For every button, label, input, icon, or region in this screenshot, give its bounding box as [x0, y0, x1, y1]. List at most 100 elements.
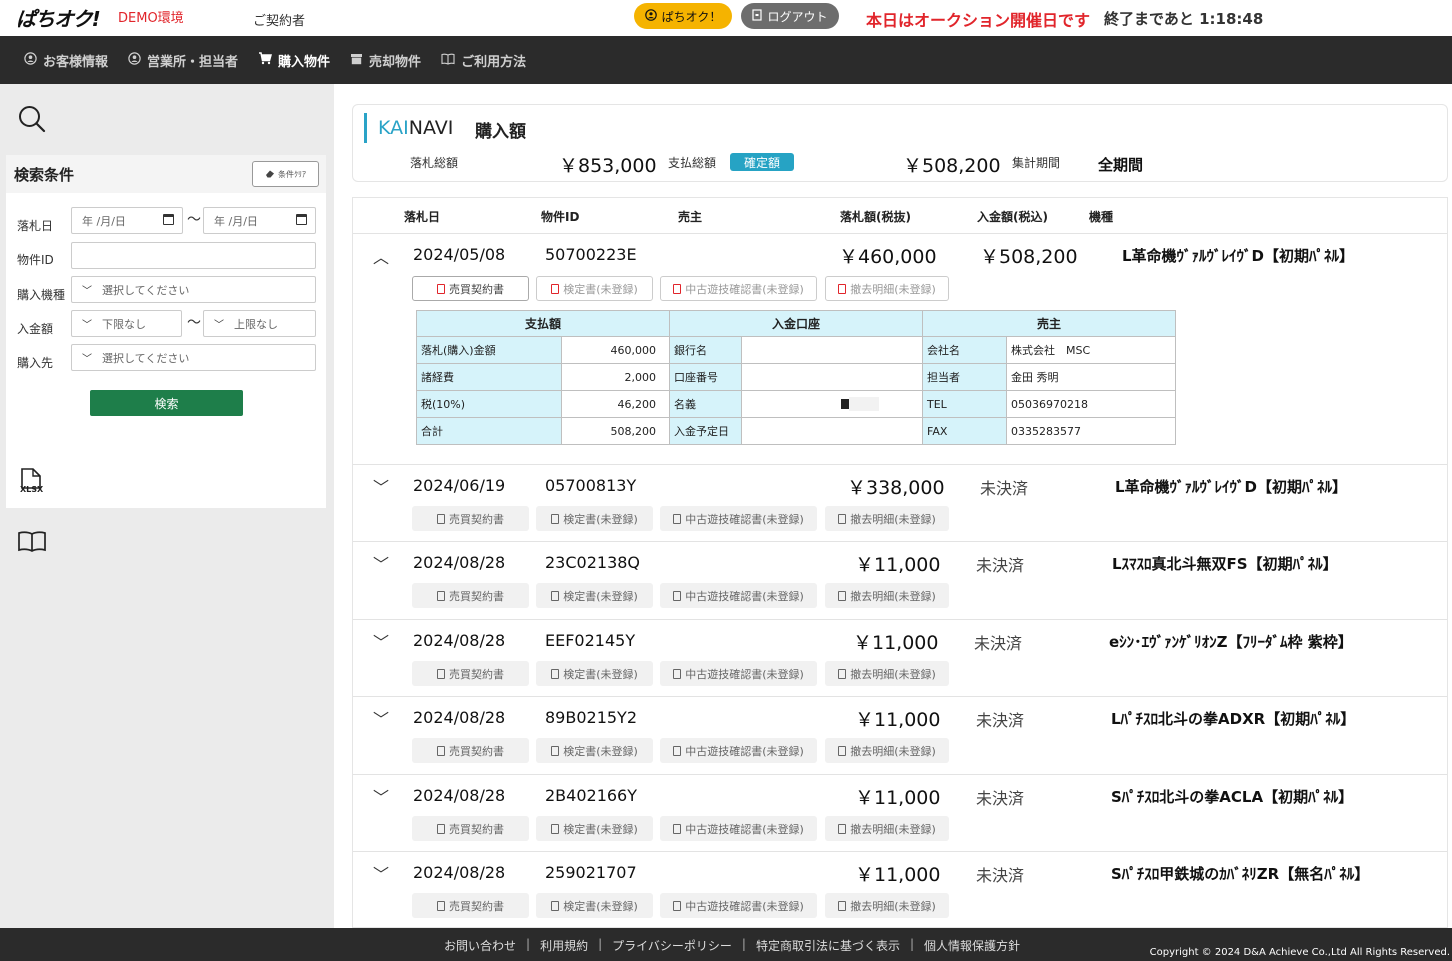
logout-label: ログアウト [767, 9, 828, 24]
chevron-down-icon[interactable]: ﹀ [373, 474, 389, 498]
date-from-input[interactable]: 年 /月/日 [71, 207, 183, 234]
used-machine-doc-button[interactable]: 中古遊技確認書(未登録) [660, 738, 817, 763]
used-machine-doc-button[interactable]: 中古遊技確認書(未登録) [660, 816, 817, 841]
payment-min-select[interactable]: ﹀ 下限なし [71, 310, 182, 337]
user-icon [644, 8, 657, 24]
masked-value [849, 397, 879, 411]
col-header-model[interactable]: 機種 [1089, 208, 1113, 225]
removal-detail-button[interactable]: 撤去明細(未登録) [825, 738, 949, 763]
inspection-doc-button[interactable]: 検定書(未登録) [536, 506, 653, 531]
used-machine-doc-button[interactable]: 中古遊技確認書(未登録) [660, 276, 817, 301]
calendar-icon[interactable] [296, 214, 307, 225]
sales-contract-button[interactable]: 売買契約書 [412, 661, 529, 686]
supplier-select[interactable]: ﹀ 選択してください [71, 344, 316, 371]
removal-detail-button[interactable]: 撤去明細(未登録) [825, 583, 949, 608]
nav-item-office-staff[interactable]: 営業所・担当者 [128, 51, 238, 70]
chevron-up-icon[interactable]: ︿ [373, 244, 389, 268]
footer-link-privacy[interactable]: プライバシーポリシー [612, 937, 732, 954]
nav-label: 売却物件 [369, 54, 422, 70]
nav-item-customer-info[interactable]: お客様情報 [24, 51, 108, 70]
inspection-doc-button[interactable]: 検定書(未登録) [536, 661, 653, 686]
item-id-input[interactable] [71, 242, 316, 269]
table-row[interactable]: ﹀ 2024/08/28 259021707 ￥11,000 未決済 Sﾊﾟﾁｽ… [353, 852, 1447, 927]
nav-label: 購入物件 [278, 54, 331, 70]
row-item-id: 23C02138Q [545, 553, 641, 572]
nav-label: 営業所・担当者 [147, 54, 239, 70]
used-machine-doc-button[interactable]: 中古遊技確認書(未登録) [660, 893, 817, 918]
footer-link-terms[interactable]: 利用規約 [540, 937, 588, 954]
payment-max-select[interactable]: ﹀ 上限なし [203, 310, 316, 337]
nav-label: ご利用方法 [461, 54, 527, 70]
used-machine-doc-button[interactable]: 中古遊技確認書(未登録) [660, 583, 817, 608]
table-row[interactable]: ﹀ 2024/08/28 EEF02145Y ￥11,000 未決済 eｼﾝ･ｴ… [353, 620, 1447, 697]
search-icon[interactable] [18, 105, 46, 137]
env-label: DEMO環境 [118, 11, 184, 26]
table-row[interactable]: ﹀ 2024/08/28 23C02138Q ￥11,000 未決済 Lｽﾏｽﾛ… [353, 542, 1447, 620]
inspection-doc-button[interactable]: 検定書(未登録) [536, 893, 653, 918]
table-row[interactable]: ﹀ 2024/08/28 89B0215Y2 ￥11,000 未決済 Lﾊﾟﾁｽ… [353, 697, 1447, 775]
col-header-bid-amount[interactable]: 落札額(税抜) [840, 208, 911, 225]
chevron-down-icon[interactable]: ﹀ [373, 784, 389, 808]
payment-min-value: 下限なし [102, 317, 146, 331]
removal-detail-button[interactable]: 撤去明細(未登録) [825, 506, 949, 531]
search-button[interactable]: 検索 [90, 390, 243, 416]
chevron-down-icon[interactable]: ﹀ [373, 629, 389, 653]
inspection-doc-button[interactable]: 検定書(未登録) [536, 276, 653, 301]
sales-contract-button[interactable]: 売買契約書 [412, 583, 529, 608]
footer-link-commerce-law[interactable]: 特定商取引法に基づく表示 [756, 937, 900, 954]
nav-item-purchased[interactable]: 購入物件 [258, 51, 330, 70]
used-machine-doc-button[interactable]: 中古遊技確認書(未登録) [660, 506, 817, 531]
calendar-icon[interactable] [163, 214, 174, 225]
date-to-input[interactable]: 年 /月/日 [203, 207, 316, 234]
col-header-bid-date[interactable]: 落札日 [404, 208, 440, 225]
manual-book-icon[interactable] [18, 530, 46, 556]
xlsx-export-icon[interactable]: XLSX [19, 468, 43, 500]
chevron-down-icon[interactable]: ﹀ [373, 551, 389, 575]
sales-contract-button[interactable]: 売買契約書 [412, 738, 529, 763]
table-row[interactable]: ﹀ 2024/08/28 2B402166Y ￥11,000 未決済 Sﾊﾟﾁｽ… [353, 775, 1447, 852]
pdf-icon [838, 668, 847, 679]
pdf-icon [673, 668, 682, 679]
clear-conditions-button[interactable]: 条件ｸﾘｱ [252, 161, 319, 187]
logo[interactable]: ぱちオク! [16, 3, 101, 32]
col-header-payment[interactable]: 入金額(税込) [977, 208, 1048, 225]
footer-link-contact[interactable]: お問い合わせ [444, 937, 516, 954]
pdf-icon [838, 745, 847, 756]
nav-item-sold[interactable]: 売却物件 [350, 51, 421, 70]
pdf-icon [673, 900, 682, 911]
inspection-doc-button[interactable]: 検定書(未登録) [536, 816, 653, 841]
sales-contract-button[interactable]: 売買契約書 [412, 506, 529, 531]
pay-total-label: 支払総額 [668, 156, 717, 170]
sales-contract-button[interactable]: 売買契約書 [412, 816, 529, 841]
table-row[interactable]: ﹀ 2024/06/19 05700813Y ￥338,000 未決済 L革命機… [353, 465, 1447, 542]
removal-detail-button[interactable]: 撤去明細(未登録) [825, 816, 949, 841]
eraser-icon [265, 169, 275, 180]
inspection-doc-button[interactable]: 検定書(未登録) [536, 583, 653, 608]
pdf-icon [673, 283, 682, 294]
date-from-value: 年 /月/日 [82, 214, 126, 228]
col-header-item-id[interactable]: 物件ID [541, 208, 579, 225]
row-item-id: 2B402166Y [545, 786, 638, 805]
sales-contract-button[interactable]: 売買契約書 [412, 276, 529, 301]
detail-label: 口座番号 [669, 363, 742, 391]
logout-button[interactable]: ログアウト [741, 3, 839, 29]
pdf-icon [437, 900, 445, 911]
pachioku-button[interactable]: ぱちオク！ [634, 3, 732, 29]
removal-detail-button[interactable]: 撤去明細(未登録) [825, 893, 949, 918]
footer-link-personal-info[interactable]: 個人情報保護方針 [924, 937, 1020, 954]
detail-value: 0335283577 [1006, 417, 1176, 445]
xlsx-label: XLSX [20, 485, 44, 494]
pdf-icon [437, 823, 445, 834]
nav-item-usage-guide[interactable]: ご利用方法 [441, 51, 526, 70]
detail-value: 46,200 [561, 390, 670, 418]
sales-contract-button[interactable]: 売買契約書 [412, 893, 529, 918]
removal-detail-button[interactable]: 撤去明細(未登録) [825, 661, 949, 686]
model-select[interactable]: ﹀ 選択してください [71, 276, 316, 303]
col-header-seller[interactable]: 売主 [678, 208, 702, 225]
chevron-down-icon[interactable]: ﹀ [373, 861, 389, 885]
removal-detail-button[interactable]: 撤去明細(未登録) [825, 276, 949, 301]
chevron-down-icon[interactable]: ﹀ [373, 706, 389, 730]
inspection-doc-button[interactable]: 検定書(未登録) [536, 738, 653, 763]
used-machine-doc-button[interactable]: 中古遊技確認書(未登録) [660, 661, 817, 686]
table-row[interactable]: ︿ 2024/05/08 50700223E ￥460,000 ￥508,200… [353, 234, 1447, 465]
